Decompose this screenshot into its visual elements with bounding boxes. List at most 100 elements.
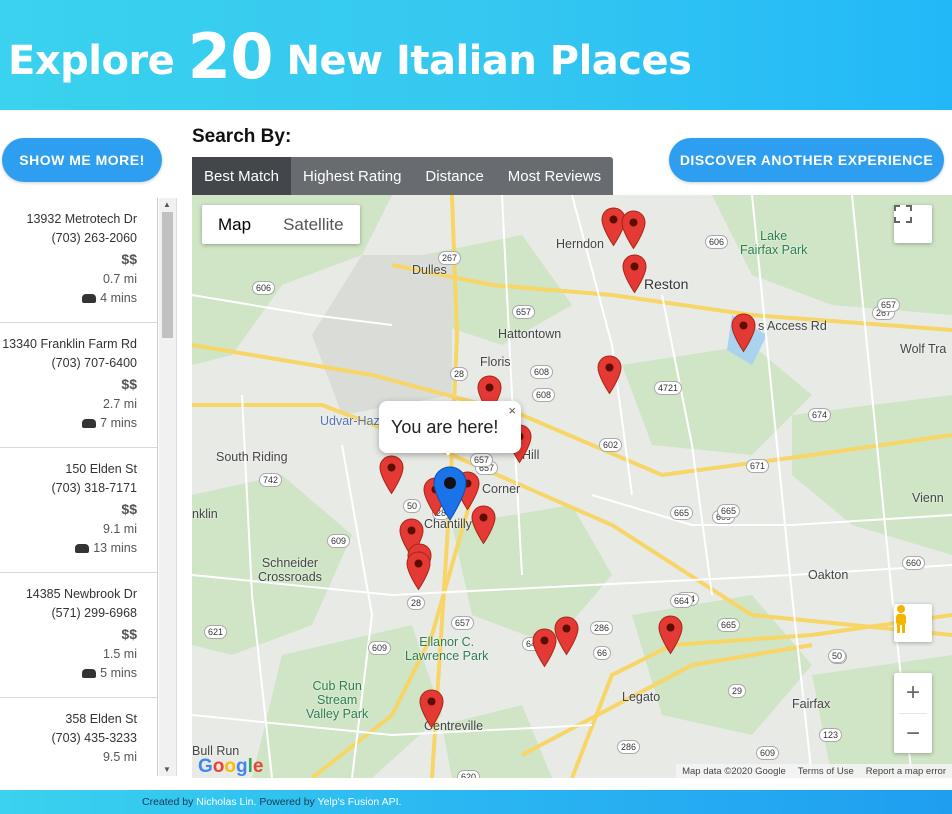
results-scrollbar[interactable]: ▲ ▼ [159,198,176,776]
car-icon [82,419,97,429]
route-shield: 286 [590,621,614,635]
car-icon [82,669,97,679]
page-header: Explore 20 New Italian Places [0,0,952,110]
place-label-lake-fairfax: Lake Fairfax Park [740,229,808,257]
result-item[interactable]: 150 Elden St (703) 318-7171 $$ 9.1 mi 13 min… [0,448,158,573]
result-item[interactable]: 13932 Metrotech Dr (703) 263-2060 $$ 0.7 mi… [0,198,158,323]
map-view[interactable]: Map Satellite + − Herndon Reston Lake Fair… [192,195,952,778]
you-are-here-popup: You are here! × [379,401,521,456]
result-drive-time: 5 mins [0,664,137,683]
drive-time-value: 7 mins [100,416,137,430]
result-item[interactable]: 13340 Franklin Farm Rd (703) 707-6400 $$ 2.… [0,323,158,448]
current-location-marker-icon[interactable] [433,466,467,522]
route-shield: 674 [808,408,832,422]
route-shield: 609 [327,534,351,548]
restaurant-marker-icon[interactable] [597,355,622,395]
restaurant-marker-icon[interactable] [471,505,496,545]
popup-close-icon[interactable]: × [508,403,516,418]
scroll-down-arrow-icon[interactable]: ▼ [163,765,171,774]
place-label-access-rd: s Access Rd [758,319,827,333]
route-shield: 657 [470,453,494,467]
drive-time-value: 4 mins [100,291,137,305]
tab-most-reviews[interactable]: Most Reviews [496,157,613,195]
title-suffix: New Italian Places [286,38,692,84]
route-shield: 608 [532,388,556,402]
result-phone: (703) 435-3233 [51,731,137,745]
terms-link[interactable]: Terms of Use [792,766,860,777]
result-distance: 1.5 mi [102,647,137,661]
place-label-cub-run: Cub Run Stream Valley Park [306,679,369,721]
result-address: 14385 Newbrook Dr [25,587,137,601]
place-label-franklin: nklin [192,507,218,521]
result-drive-time: 13 mins [0,539,137,558]
route-shield: 665 [717,618,741,632]
search-by-label: Search By: [192,126,292,147]
result-drive-time: 7 mins [0,414,137,433]
route-shield: 620 [457,770,481,778]
route-shield: 609 [756,746,780,760]
restaurant-marker-icon[interactable] [406,551,431,591]
place-label-herndon: Herndon [556,237,604,251]
restaurant-marker-icon[interactable] [622,254,647,294]
restaurant-marker-icon[interactable] [419,689,444,729]
place-label-vienna: Vienn [912,491,944,505]
fullscreen-icon[interactable] [894,205,932,243]
result-phone: (571) 299-6968 [51,606,137,620]
result-item[interactable]: 14385 Newbrook Dr (571) 299-6968 $$ 1.5 mi 5… [0,573,158,698]
route-shield: 606 [252,281,276,295]
results-list[interactable]: 13932 Metrotech Dr (703) 263-2060 $$ 0.7 mi… [0,198,177,776]
result-distance: 9.1 mi [102,522,137,536]
zoom-in-button[interactable]: + [906,673,920,713]
route-shield: 742 [259,473,283,487]
yelp-api-link[interactable]: Yelp's Fusion API. [318,796,402,808]
tab-distance[interactable]: Distance [413,157,495,195]
restaurant-marker-icon[interactable] [621,210,646,250]
route-shield: 28 [450,367,469,381]
tab-highest-rating[interactable]: Highest Rating [291,157,413,195]
route-shield: 4721 [654,381,683,395]
result-price: $$ [121,501,137,517]
author-link[interactable]: Nicholas Lin. [196,796,256,808]
search-tabs: Best Match Highest Rating Distance Most … [192,157,614,195]
result-address: 13340 Franklin Farm Rd [2,337,137,351]
place-label-hattontown: Hattontown [498,327,562,341]
result-price: $$ [121,376,137,392]
street-view-pegman-icon[interactable] [894,604,932,642]
result-address: 150 Elden St [65,462,137,476]
google-logo: Google [198,756,264,777]
place-label-schneider: Schneider Crossroads [258,556,322,584]
place-label-wolf-tra: Wolf Tra [900,342,947,356]
zoom-control: + − [894,673,932,753]
route-shield: 286 [617,740,641,754]
result-item[interactable]: 358 Elden St (703) 435-3233 9.5 mi [0,698,158,776]
popup-text: You are here! [391,417,499,437]
route-shield: 50 [828,649,847,663]
report-error-link[interactable]: Report a map error [860,766,952,777]
map-type-satellite-button[interactable]: Satellite [267,205,359,244]
place-label-dulles: Dulles [412,263,447,277]
drive-time-value: 5 mins [100,666,137,680]
drive-time-value: 13 mins [93,541,137,555]
place-label-corner: Corner [482,482,521,496]
route-shield: 267 [438,251,462,265]
car-icon [75,544,90,554]
zoom-out-button[interactable]: − [906,714,920,753]
place-label-reston: Reston [644,276,689,292]
scroll-up-arrow-icon[interactable]: ▲ [163,200,171,209]
route-shield: 608 [530,365,554,379]
route-shield: 606 [705,235,729,249]
restaurant-marker-icon[interactable] [379,455,404,495]
scrollbar-thumb[interactable] [162,212,173,338]
restaurant-marker-icon[interactable] [731,313,756,353]
route-shield: 28 [407,596,426,610]
discover-experience-button[interactable]: DISCOVER ANOTHER EXPERIENCE [669,138,944,182]
title-prefix: Explore [8,38,175,84]
route-shield: 657 [512,305,536,319]
show-more-button[interactable]: SHOW ME MORE! [2,138,162,182]
map-type-map-button[interactable]: Map [202,205,267,244]
tab-best-match[interactable]: Best Match [192,157,292,195]
place-label-floris: Floris [480,355,511,369]
restaurant-marker-icon[interactable] [554,616,579,656]
route-shield: 602 [599,438,623,452]
restaurant-marker-icon[interactable] [658,615,683,655]
